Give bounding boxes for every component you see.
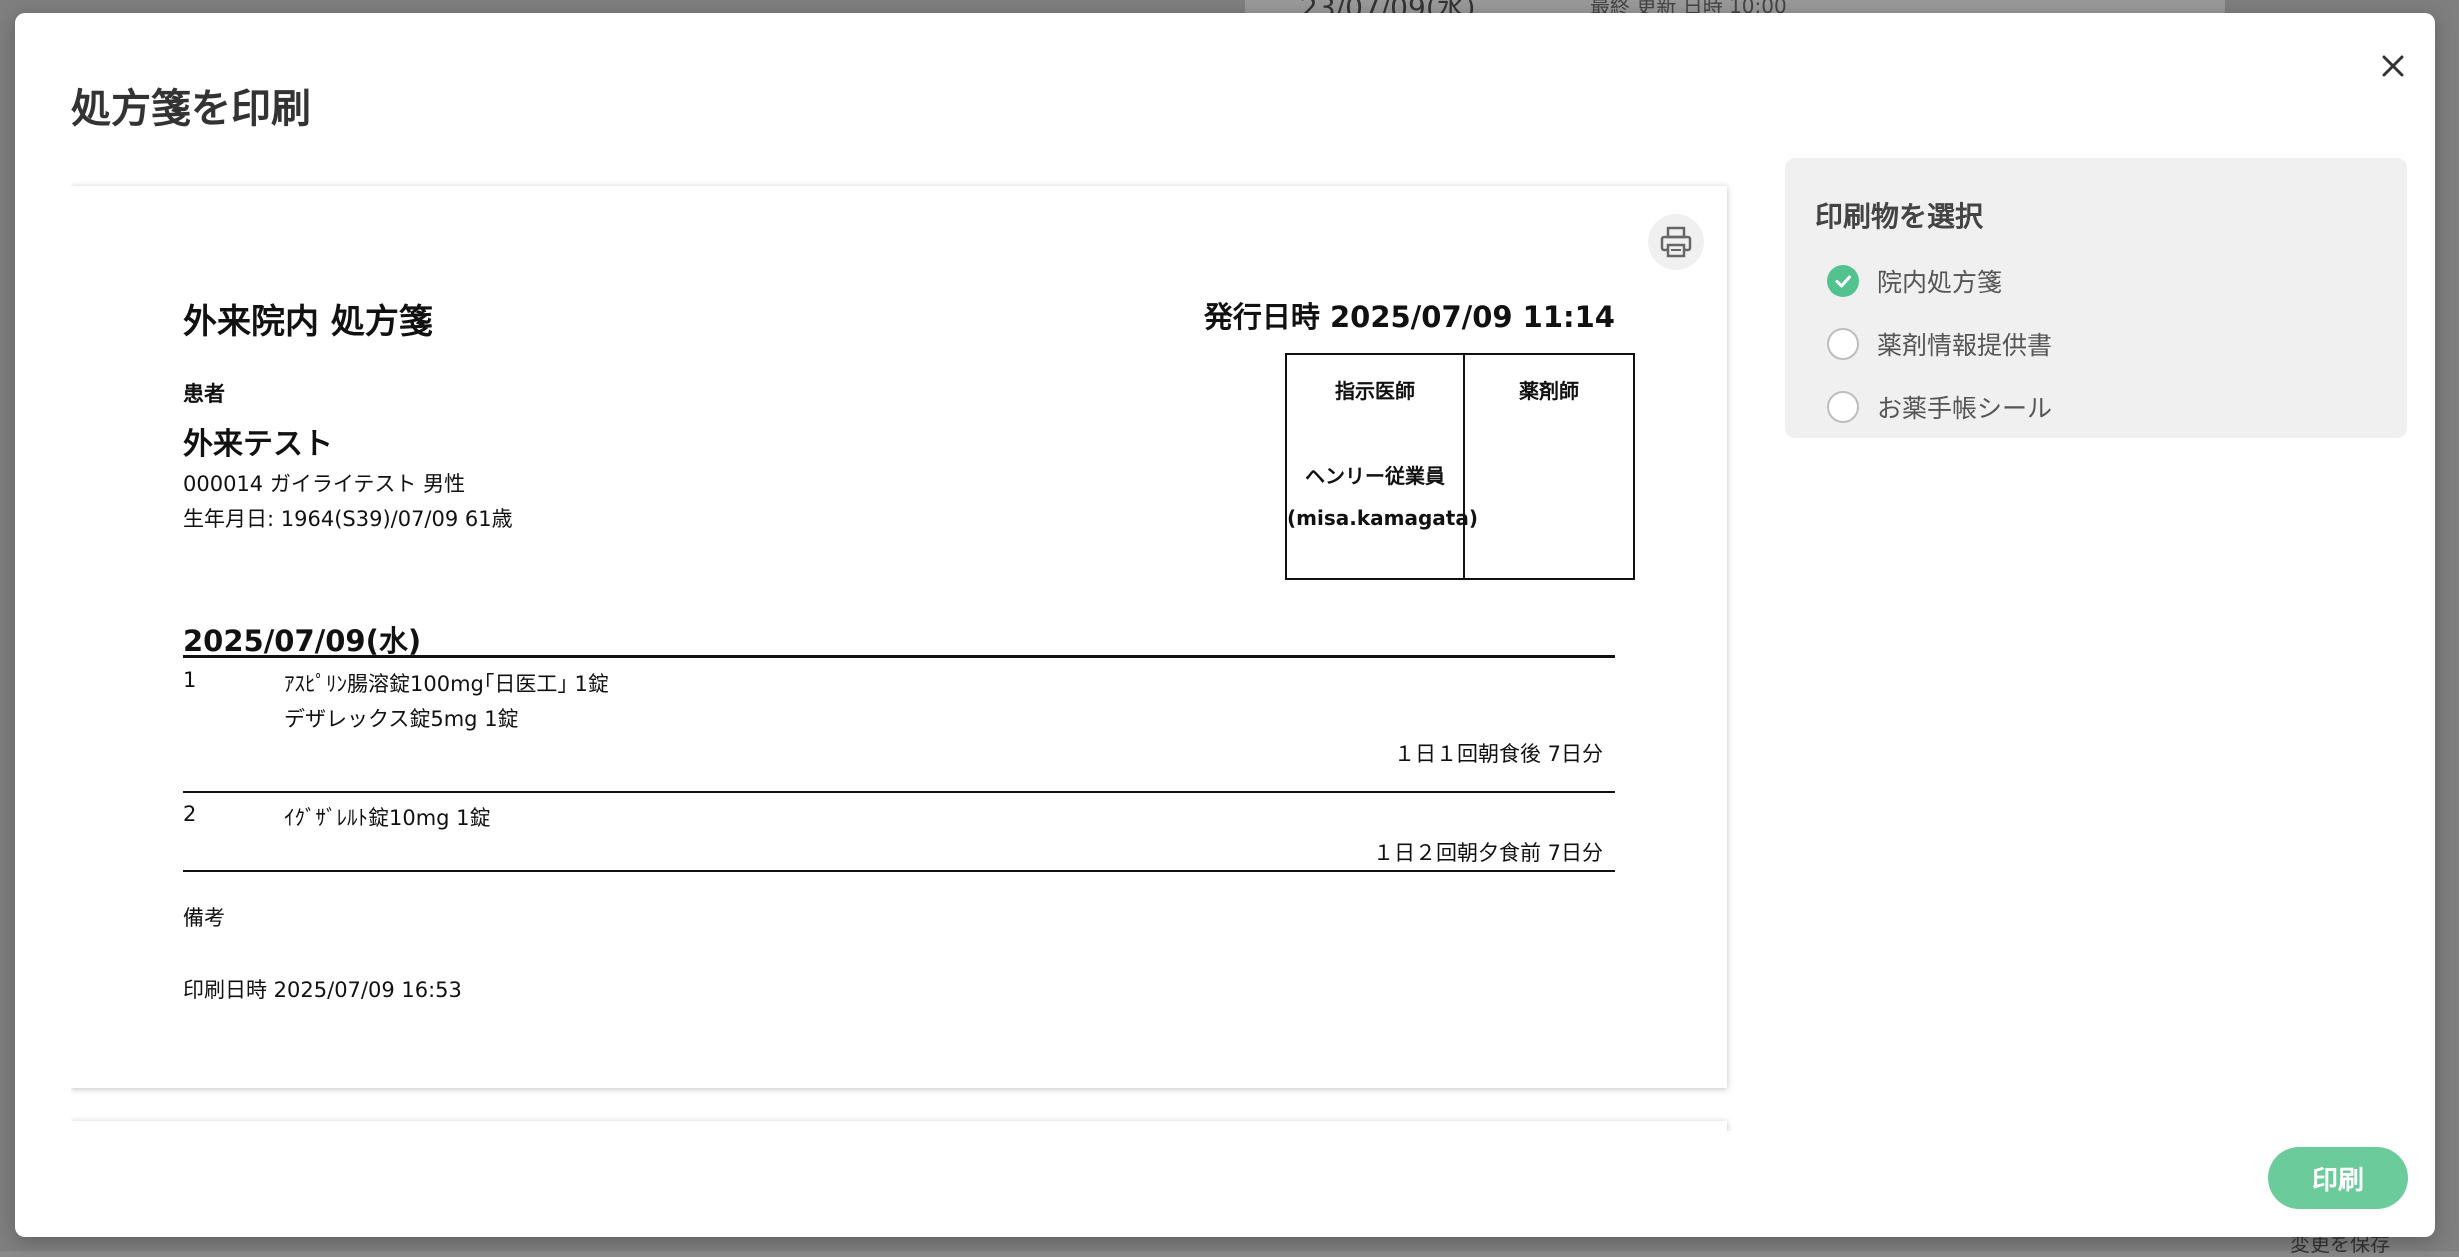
panel-title: 印刷物を選択 [1815,200,1984,233]
divider [183,870,1615,872]
remarks-label: 備考 [183,906,225,930]
option-label: 薬剤情報提供書 [1877,331,2053,360]
print-preview-area[interactable]: 外来院内 処方箋 発行日時 2025/07/09 11:14 患者 外来テスト … [71,171,1771,1131]
option-medication-notebook-sticker[interactable]: お薬手帳シール [1827,389,2052,425]
radio-icon[interactable] [1827,391,1859,423]
issue-date: 発行日時 2025/07/09 11:14 [1203,300,1615,334]
option-label: 院内処方箋 [1877,268,2003,297]
patient-dob: 生年月日: 1964(S39)/07/09 61歳 [183,507,513,531]
doctor-id: (misa.kamagata) [1287,506,1478,530]
print-prescription-modal: 処方箋を印刷 外来院内 処方箋 発行日時 2025/07/09 11:14 患者… [15,13,2435,1237]
divider [183,791,1615,793]
prescription-number: 1 [183,668,197,692]
radio-icon[interactable] [1827,328,1859,360]
print-selection-panel: 印刷物を選択 院内処方箋 薬剤情報提供書 お薬手帳シール [1785,158,2407,438]
signature-table: 指示医師 ヘンリー従業員 (misa.kamagata) 薬剤師 [1285,353,1635,580]
prescription-date: 2025/07/09(水) [183,624,422,658]
checked-radio-icon[interactable] [1827,265,1859,297]
prescription-number: 2 [183,802,197,826]
option-inhouse-prescription[interactable]: 院内処方箋 [1827,263,2002,299]
printed-at: 印刷日時 2025/07/09 16:53 [183,978,462,1002]
doctor-name: ヘンリー従業員 [1305,464,1445,488]
printer-icon[interactable] [1648,214,1704,270]
usage-line: １日１回朝食後 7日分 [1393,742,1603,766]
drug-line: ｲｸﾞｻﾞﾚﾙﾄ錠10mg 1錠 [284,806,491,830]
drug-line: デザレックス錠5mg 1錠 [284,707,519,731]
patient-label: 患者 [183,382,225,406]
prescription-page: 外来院内 処方箋 発行日時 2025/07/09 11:14 患者 外来テスト … [71,186,1727,1088]
drug-line: ｱｽﾋﾟﾘﾝ腸溶錠100mg｢日医工｣ 1錠 [284,672,609,696]
usage-line: １日２回朝夕食前 7日分 [1372,841,1603,865]
close-icon[interactable] [2373,46,2413,86]
next-page [71,1121,1727,1131]
doctor-column: 指示医師 ヘンリー従業員 (misa.kamagata) [1287,355,1478,578]
patient-name: 外来テスト [183,427,333,462]
document-title: 外来院内 処方箋 [183,302,433,342]
doctor-signature: ヘンリー従業員 (misa.kamagata) [1287,455,1478,539]
prescription-item: 1 ｱｽﾋﾟﾘﾝ腸溶錠100mg｢日医工｣ 1錠 デザレックス錠5mg 1錠 １… [183,668,1615,766]
doctor-header: 指示医師 [1335,379,1415,403]
prescription-item: 2 ｲｸﾞｻﾞﾚﾙﾄ錠10mg 1錠 １日２回朝夕食前 7日分 [183,802,1615,865]
option-label: お薬手帳シール [1877,394,2053,423]
option-drug-info-sheet[interactable]: 薬剤情報提供書 [1827,326,2052,362]
patient-info: 000014 ガイライテスト 男性 [183,472,466,496]
print-button[interactable]: 印刷 [2268,1147,2408,1209]
pharmacist-column: 薬剤師 [1465,355,1633,578]
pharmacist-header: 薬剤師 [1519,379,1579,403]
divider [183,655,1615,658]
modal-title: 処方箋を印刷 [71,86,311,132]
